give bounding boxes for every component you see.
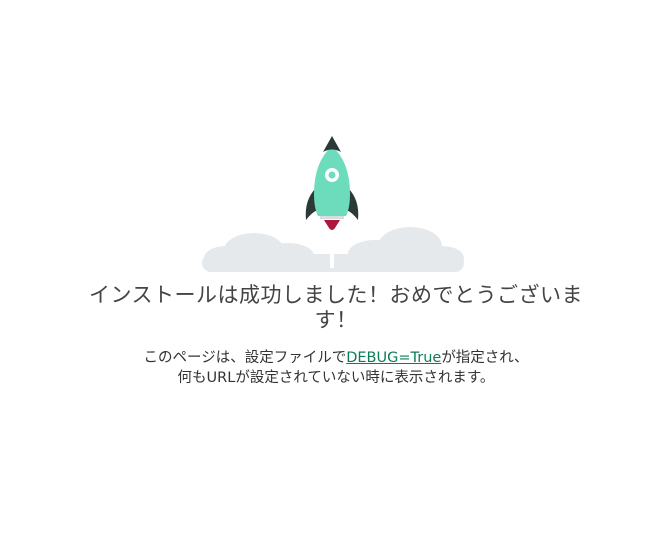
debug-setting-link[interactable]: DEBUG=True (346, 350, 441, 366)
rocket-launch-icon (202, 136, 464, 272)
install-success-page: インストールは成功しました！おめでとうございます！ このページは、設定ファイルで… (0, 0, 672, 557)
debug-explanation: このページは、設定ファイルでDEBUG=Trueが指定され、 何もURLが設定さ… (90, 348, 582, 388)
exhaust-trail (330, 228, 334, 268)
success-headline: インストールは成功しました！おめでとうございます！ (88, 283, 584, 332)
explanation-text-end: 何もURLが設定されていない時に表示されます。 (177, 370, 495, 386)
explanation-text-middle: が指定され、 (441, 350, 529, 366)
rocket-illustration (196, 132, 468, 278)
flame-icon (324, 220, 340, 230)
explanation-text-start: このページは、設定ファイルで (143, 350, 347, 366)
